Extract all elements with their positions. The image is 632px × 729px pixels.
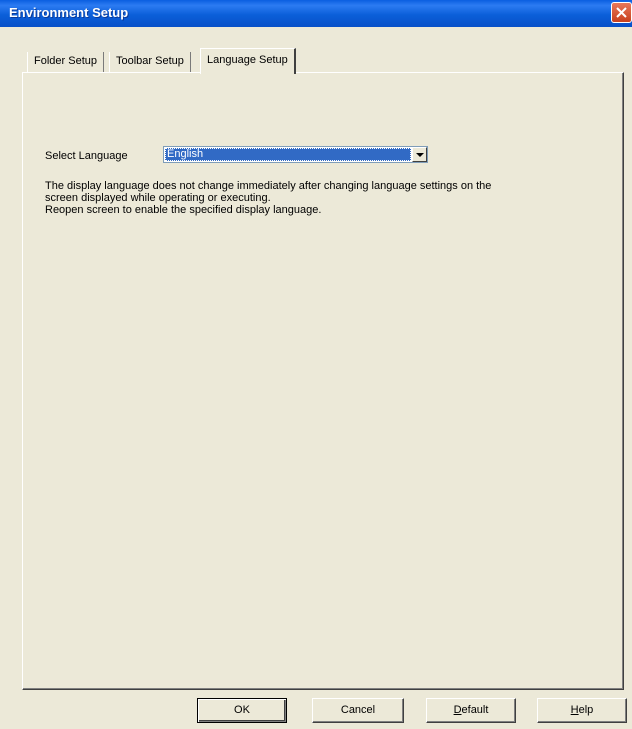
close-icon (616, 7, 627, 18)
description-line: screen displayed while operating or exec… (45, 192, 271, 204)
close-button[interactable] (611, 2, 632, 23)
chevron-down-icon (416, 153, 424, 157)
title-bar[interactable]: Environment Setup (0, 0, 632, 27)
tab-toolbar-setup[interactable]: Toolbar Setup (109, 52, 191, 73)
tab-language-setup[interactable]: Language Setup (200, 48, 296, 74)
tab-folder-setup[interactable]: Folder Setup (27, 52, 104, 73)
language-select[interactable]: English (163, 146, 428, 163)
cancel-button[interactable]: Cancel (312, 698, 404, 723)
select-language-label: Select Language (45, 150, 128, 162)
description-line: Reopen screen to enable the specified di… (45, 204, 322, 216)
default-mnemonic: D (453, 704, 462, 716)
ok-button[interactable]: OK (197, 698, 287, 723)
language-select-value: English (165, 148, 411, 161)
help-mnemonic: H (570, 704, 579, 716)
window-title: Environment Setup (9, 5, 129, 20)
default-button[interactable]: Default (426, 698, 516, 723)
language-description: The display language does not change imm… (45, 180, 605, 216)
tab-panel (22, 72, 624, 690)
description-line: The display language does not change imm… (45, 180, 492, 192)
default-label: efault (461, 704, 489, 716)
help-button[interactable]: Help (537, 698, 627, 723)
language-dropdown-button[interactable] (412, 147, 427, 162)
help-label: elp (578, 704, 594, 716)
